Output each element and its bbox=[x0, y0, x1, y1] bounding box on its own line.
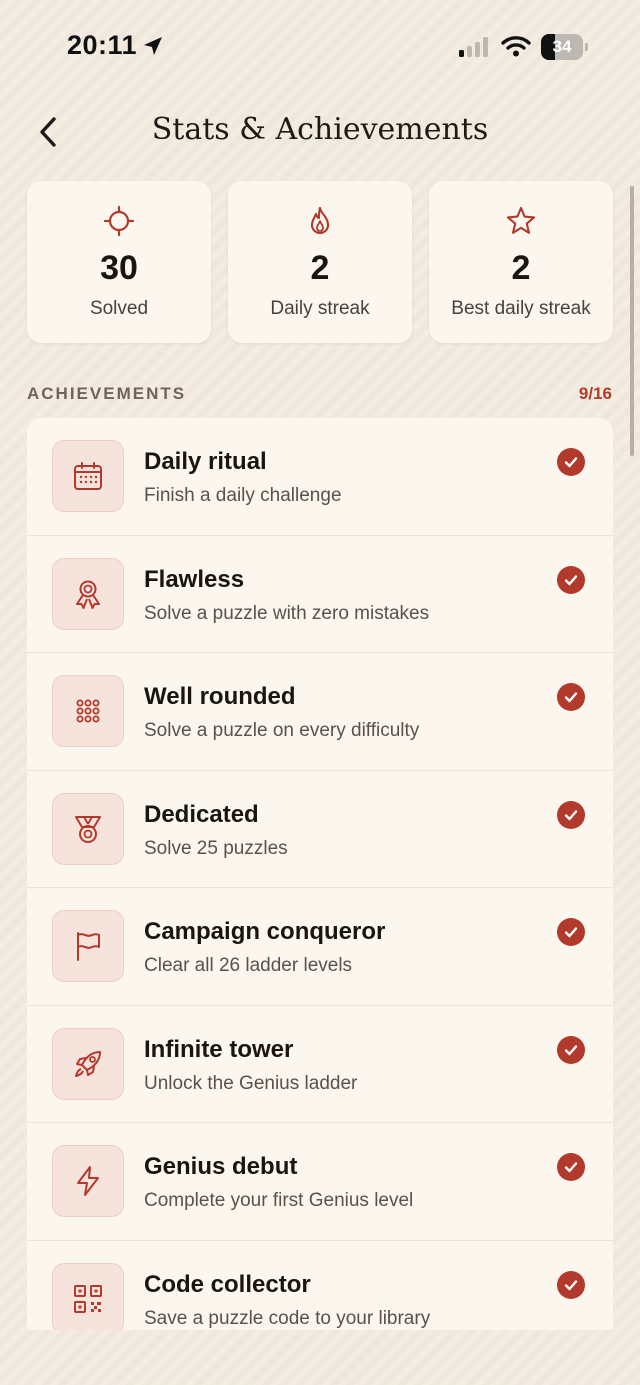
crosshair-icon bbox=[103, 205, 135, 237]
status-time: 20:11 bbox=[67, 30, 138, 60]
achievements-heading: ACHIEVEMENTS bbox=[27, 384, 187, 403]
flame-icon bbox=[310, 206, 330, 234]
stat-label: Daily streak bbox=[270, 298, 370, 319]
achievement-row[interactable]: Genius debut Complete your first Genius … bbox=[27, 1123, 613, 1241]
battery-indicator: 34 bbox=[541, 34, 589, 60]
achievement-row[interactable]: Flawless Solve a puzzle with zero mistak… bbox=[27, 536, 613, 653]
scrollbar[interactable] bbox=[630, 186, 634, 456]
stat-card-best-daily-streak: 2 Best daily streak bbox=[429, 181, 613, 343]
location-arrow-icon bbox=[144, 37, 162, 55]
achievements-list[interactable]: Daily ritual Finish a daily challenge Fl… bbox=[27, 418, 613, 1330]
achievement-row[interactable]: Dedicated Solve 25 puzzles bbox=[27, 771, 613, 888]
page-title: Stats & Achievements bbox=[151, 112, 489, 147]
check-icon bbox=[557, 565, 585, 594]
check-icon bbox=[557, 918, 585, 946]
achievement-title: Infinite tower bbox=[144, 1035, 294, 1063]
stat-value: 2 bbox=[511, 249, 531, 287]
achievement-description: Solve a puzzle with zero mistakes bbox=[144, 602, 430, 624]
achievement-row[interactable]: Well rounded Solve a puzzle on every dif… bbox=[27, 653, 613, 771]
stat-card-daily-streak: 2 Daily streak bbox=[228, 181, 412, 343]
achievement-icon-tile bbox=[52, 910, 124, 982]
achievement-icon-tile bbox=[52, 1027, 124, 1100]
achievement-description: Complete your first Genius level bbox=[144, 1190, 414, 1211]
stat-value: 2 bbox=[310, 249, 330, 287]
check-icon bbox=[557, 448, 585, 476]
achievement-description: Solve a puzzle on every difficulty bbox=[144, 720, 420, 741]
lightning-icon bbox=[77, 1166, 99, 1196]
achievement-description: Unlock the Genius ladder bbox=[144, 1072, 358, 1094]
achievement-row[interactable]: Code collector Save a puzzle code to you… bbox=[27, 1241, 613, 1330]
stat-label: Best daily streak bbox=[451, 298, 591, 319]
achievement-description: Finish a daily challenge bbox=[144, 485, 342, 506]
cellular-signal-icon bbox=[459, 37, 488, 57]
battery-level: 34 bbox=[552, 37, 572, 56]
ribbon-award-icon bbox=[76, 580, 100, 609]
achievement-icon-tile bbox=[52, 1145, 124, 1217]
achievement-title: Dedicated bbox=[144, 800, 259, 828]
achievement-icon-tile bbox=[52, 675, 124, 747]
achievement-title: Genius debut bbox=[144, 1153, 298, 1180]
wifi-icon bbox=[501, 36, 531, 57]
check-icon bbox=[557, 1035, 585, 1064]
achievement-description: Solve 25 puzzles bbox=[144, 837, 288, 859]
check-icon bbox=[557, 683, 585, 711]
check-icon bbox=[557, 1270, 585, 1299]
star-icon bbox=[506, 206, 536, 234]
achievement-icon-tile bbox=[52, 440, 124, 512]
achievement-row[interactable]: Campaign conqueror Clear all 26 ladder l… bbox=[27, 888, 613, 1006]
check-icon bbox=[557, 1153, 585, 1181]
calendar-icon bbox=[74, 462, 102, 490]
medal-icon bbox=[75, 815, 101, 843]
qr-code-icon bbox=[74, 1284, 102, 1313]
status-bar: 20:11 34 bbox=[0, 0, 640, 96]
achievement-description: Save a puzzle code to your library bbox=[144, 1307, 431, 1329]
dot-grid-icon bbox=[76, 699, 100, 723]
check-icon bbox=[557, 800, 585, 829]
achievement-title: Well rounded bbox=[144, 683, 296, 710]
stat-value: 30 bbox=[100, 249, 138, 287]
stat-label: Solved bbox=[89, 298, 149, 319]
achievement-title: Daily ritual bbox=[144, 448, 267, 475]
achievement-title: Code collector bbox=[144, 1270, 311, 1298]
achievement-title: Campaign conqueror bbox=[144, 918, 386, 945]
achievement-icon-tile bbox=[52, 557, 124, 630]
flag-icon bbox=[77, 932, 100, 961]
achievement-icon-tile bbox=[52, 792, 124, 865]
achievement-description: Clear all 26 ladder levels bbox=[144, 955, 353, 976]
achievement-icon-tile bbox=[52, 1262, 124, 1330]
achievement-title: Flawless bbox=[144, 565, 245, 593]
rocket-icon bbox=[75, 1050, 101, 1077]
stat-card-solved: 30 Solved bbox=[27, 181, 211, 343]
achievement-row[interactable]: Infinite tower Unlock the Genius ladder bbox=[27, 1006, 613, 1123]
achievement-row[interactable]: Daily ritual Finish a daily challenge bbox=[27, 418, 613, 536]
achievements-count: 9/16 bbox=[578, 384, 612, 403]
